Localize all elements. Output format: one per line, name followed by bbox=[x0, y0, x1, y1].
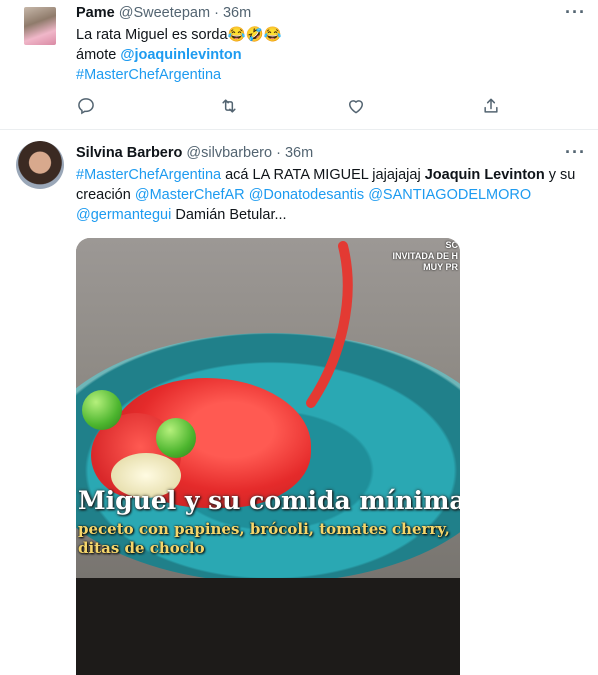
caption-subtitle: peceto con papines, brócoli, tomates che… bbox=[78, 520, 450, 558]
mention-link[interactable]: @Donatodesantis bbox=[249, 187, 364, 203]
handle[interactable]: @silvbarbero bbox=[186, 145, 272, 161]
timestamp[interactable]: 36m bbox=[285, 145, 313, 161]
mention-link[interactable]: @SANTIAGODELMORO bbox=[368, 187, 531, 203]
text-fragment: ámote bbox=[76, 47, 121, 63]
caption-title: Miguel y su comida mínima bbox=[78, 486, 460, 515]
tweet-pame[interactable]: Pame @Sweetepam · 36m ··· La rata Miguel… bbox=[0, 0, 598, 129]
tv-watermark: SC INVITADA DE H MUY PR bbox=[392, 240, 458, 272]
text-fragment: acá LA RATA MIGUEL jajajajaj bbox=[221, 167, 425, 183]
caption-line: peceto con papines, brócoli, tomates che… bbox=[78, 520, 450, 538]
pea-eye-right bbox=[156, 418, 196, 458]
text-line: creación @MasterChefAR @Donatodesantis @… bbox=[76, 185, 586, 205]
retweet-icon[interactable] bbox=[219, 96, 241, 118]
more-options-icon[interactable]: ··· bbox=[565, 2, 586, 23]
text-fragment: creación bbox=[76, 187, 135, 203]
tweet-header: Silvina Barbero @silvbarbero · 36m bbox=[76, 145, 313, 161]
like-icon[interactable] bbox=[346, 96, 368, 118]
display-name[interactable]: Pame bbox=[76, 5, 115, 21]
bold-name: Joaquin Levinton bbox=[424, 167, 545, 183]
caption-line: ditas de choclo bbox=[78, 539, 205, 557]
more-options-icon[interactable]: ··· bbox=[565, 142, 586, 163]
share-icon[interactable] bbox=[481, 96, 503, 118]
rat-tail bbox=[306, 241, 353, 408]
text-fragment: Damián Betular... bbox=[171, 207, 287, 223]
text-line: La rata Miguel es sorda😂🤣😂 bbox=[76, 27, 282, 43]
text-fragment: y su bbox=[544, 167, 576, 183]
tweet-text: #MasterChefArgentina acá LA RATA MIGUEL … bbox=[76, 165, 586, 225]
avatar[interactable] bbox=[24, 7, 56, 45]
separator: · bbox=[214, 5, 219, 21]
tweet-actions bbox=[76, 96, 516, 118]
display-name[interactable]: Silvina Barbero bbox=[76, 145, 182, 161]
tweet-media-image[interactable]: SC INVITADA DE H MUY PR Miguel y su comi… bbox=[76, 238, 460, 675]
pea-eye-left bbox=[82, 390, 122, 430]
text-line: #MasterChefArgentina acá LA RATA MIGUEL … bbox=[76, 165, 586, 185]
tweet-text: La rata Miguel es sorda😂🤣😂 ámote @joaqui… bbox=[76, 25, 576, 85]
separator: · bbox=[276, 145, 281, 161]
hashtag-link[interactable]: #MasterChefArgentina bbox=[76, 167, 221, 183]
text-line: ámote @joaquinlevinton bbox=[76, 45, 576, 65]
image-dark-bottom bbox=[76, 578, 460, 675]
handle[interactable]: @Sweetepam bbox=[119, 5, 210, 21]
mention-link[interactable]: @germantegui bbox=[76, 207, 171, 223]
avatar[interactable] bbox=[16, 141, 64, 189]
text-line: @germantegui Damián Betular... bbox=[76, 205, 586, 225]
hashtag-link[interactable]: #MasterChefArgentina bbox=[76, 65, 576, 85]
reply-icon[interactable] bbox=[76, 96, 98, 118]
mention-link[interactable]: @MasterChefAR bbox=[135, 187, 245, 203]
timestamp[interactable]: 36m bbox=[223, 5, 251, 21]
tweet-header: Pame @Sweetepam · 36m bbox=[76, 5, 251, 21]
mention-link[interactable]: @joaquinlevinton bbox=[120, 47, 241, 63]
